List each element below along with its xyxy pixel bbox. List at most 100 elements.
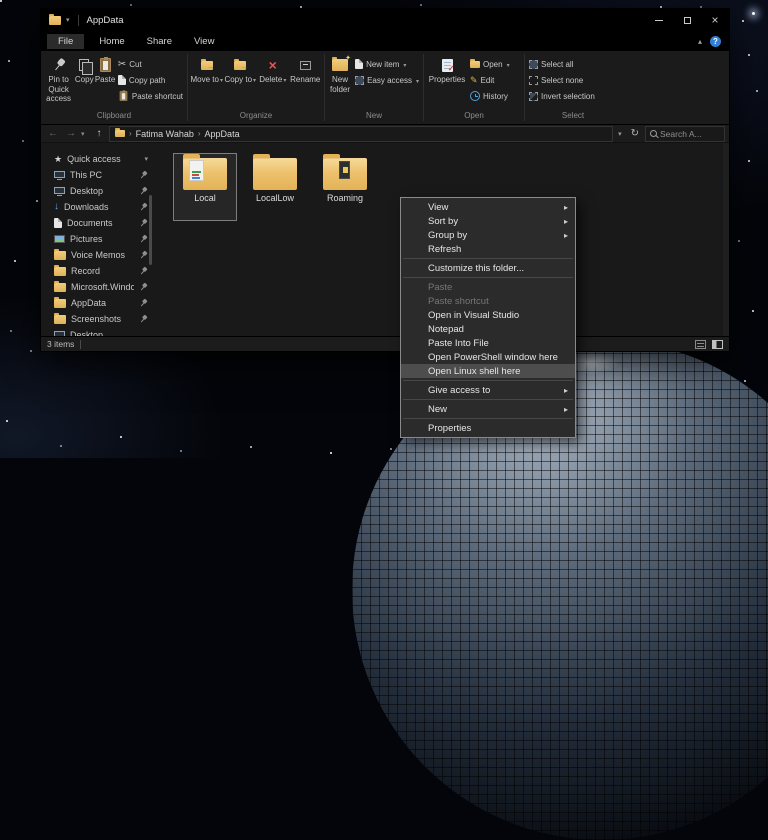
sidebar-item-label: Downloads — [64, 202, 134, 212]
paste-button[interactable]: Paste — [94, 53, 116, 111]
minimize-icon — [655, 20, 663, 21]
copy-button[interactable]: Copy — [74, 53, 94, 111]
edit-button[interactable]: ✎ Edit — [470, 72, 510, 88]
history-chevron-icon[interactable]: ▾ — [81, 130, 89, 138]
menu-item-refresh[interactable]: Refresh — [401, 242, 575, 256]
close-button[interactable]: × — [701, 9, 729, 31]
pin-icon — [137, 217, 150, 230]
copy-to-label: Copy to — [224, 75, 252, 84]
pin-to-quick-access-button[interactable]: Pin to Quick access — [43, 53, 74, 111]
menu-item-label: Open PowerShell window here — [428, 352, 568, 363]
menu-item-group-by[interactable]: Group by ▸ — [401, 228, 575, 242]
menu-item-label: Open in Visual Studio — [428, 310, 568, 321]
sidebar-item-pictures[interactable]: Pictures — [41, 231, 153, 247]
select-all-button[interactable]: Select all — [529, 56, 595, 72]
delete-button[interactable]: × Delete — [257, 53, 289, 111]
search-box[interactable] — [645, 126, 725, 142]
pin-icon — [137, 297, 150, 310]
menu-item-label: Group by — [428, 230, 564, 241]
sidebar-item-microsoft-windows[interactable]: Microsoft.WindowsTe — [41, 279, 153, 295]
window-folder-icon — [49, 16, 61, 25]
open-button[interactable]: Open — [470, 56, 510, 72]
forward-button[interactable]: → — [63, 128, 79, 139]
computer-icon — [54, 171, 65, 180]
sidebar-item-documents[interactable]: Documents — [41, 215, 153, 231]
minimize-button[interactable] — [645, 9, 673, 31]
details-view-icon[interactable] — [695, 340, 706, 349]
properties-button[interactable]: Properties — [426, 53, 468, 111]
quick-toolbar-chevron-icon[interactable]: ▾ — [66, 16, 70, 24]
up-button[interactable]: ↑ — [91, 128, 107, 139]
menu-item-label: Paste Into File — [428, 338, 568, 349]
easy-access-label: Easy access — [367, 76, 412, 85]
menu-item-sort-by[interactable]: Sort by ▸ — [401, 214, 575, 228]
move-to-button[interactable]: → Move to — [190, 53, 224, 111]
maximize-button[interactable] — [673, 9, 701, 31]
breadcrumb[interactable]: › Fatima Wahab › AppData — [109, 126, 613, 142]
sidebar-item-screenshots[interactable]: Screenshots — [41, 311, 153, 327]
paste-shortcut-button[interactable]: Paste shortcut — [118, 88, 183, 104]
content-area: ★ Quick access ▾ This PC Desktop ↓ Downl… — [41, 143, 729, 336]
select-none-button[interactable]: Select none — [529, 72, 595, 88]
cut-button[interactable]: ✂ Cut — [118, 56, 183, 72]
menu-item-open-powershell-window-here[interactable]: Open PowerShell window here — [401, 350, 575, 364]
menu-item-properties[interactable]: Properties — [401, 421, 575, 435]
history-button[interactable]: History — [470, 88, 510, 104]
sidebar-item-desktop[interactable]: Desktop — [41, 183, 153, 199]
menu-item-open-linux-shell-here[interactable]: Open Linux shell here — [401, 364, 575, 378]
menu-item-label: Properties — [428, 423, 568, 434]
pin-icon — [49, 55, 69, 75]
help-icon[interactable]: ? — [710, 36, 721, 47]
easy-access-button[interactable]: Easy access — [355, 72, 419, 88]
sidebar-item-this-pc[interactable]: This PC — [41, 167, 153, 183]
main-scrollbar[interactable] — [723, 143, 729, 336]
titlebar[interactable]: ▾ AppData × — [41, 9, 729, 31]
tab-home[interactable]: Home — [88, 34, 135, 49]
address-dropdown-icon[interactable]: ▾ — [615, 130, 625, 138]
sidebar-item-desktop-2[interactable]: Desktop — [41, 327, 153, 336]
menu-item-view[interactable]: View ▸ — [401, 200, 575, 214]
refresh-icon[interactable]: ↻ — [627, 128, 643, 139]
sidebar-scrollbar[interactable] — [149, 195, 152, 265]
open-group-label: Open — [424, 111, 524, 124]
copy-to-button[interactable]: → Copy to — [224, 53, 258, 111]
menu-item-new[interactable]: New ▸ — [401, 402, 575, 416]
chevron-down-icon[interactable]: ▾ — [144, 155, 148, 163]
folder-tile-local[interactable]: Local — [173, 153, 237, 221]
menu-item-give-access-to[interactable]: Give access to ▸ — [401, 383, 575, 397]
tab-share[interactable]: Share — [136, 34, 183, 49]
invert-selection-button[interactable]: Invert selection — [529, 88, 595, 104]
menu-separator — [403, 399, 573, 400]
menu-item-label: Notepad — [428, 324, 568, 335]
copy-path-button[interactable]: Copy path — [118, 72, 183, 88]
breadcrumb-segment-user[interactable]: Fatima Wahab — [136, 129, 194, 139]
sidebar-item-quick-access[interactable]: ★ Quick access ▾ — [41, 151, 153, 167]
rename-button[interactable]: Rename — [289, 53, 323, 111]
new-item-button[interactable]: New item — [355, 56, 419, 72]
move-to-label: Move to — [191, 75, 219, 84]
menu-item-paste-shortcut: Paste shortcut — [401, 294, 575, 308]
menu-item-open-in-visual-studio[interactable]: Open in Visual Studio — [401, 308, 575, 322]
sidebar-item-appdata[interactable]: AppData — [41, 295, 153, 311]
folder-tile-locallow[interactable]: LocalLow — [243, 153, 307, 221]
sidebar-item-downloads[interactable]: ↓ Downloads — [41, 199, 153, 215]
menu-item-paste-into-file[interactable]: Paste Into File — [401, 336, 575, 350]
thumbnail-view-icon[interactable] — [712, 340, 723, 349]
navigation-pane: ★ Quick access ▾ This PC Desktop ↓ Downl… — [41, 143, 153, 336]
search-icon — [650, 130, 657, 137]
breadcrumb-segment-appdata[interactable]: AppData — [205, 129, 240, 139]
new-folder-button[interactable]: ✦ New folder — [327, 53, 353, 111]
search-input[interactable] — [660, 129, 720, 139]
folder-tile-roaming[interactable]: Roaming — [313, 153, 377, 221]
sidebar-item-record[interactable]: Record — [41, 263, 153, 279]
tab-file[interactable]: File — [47, 34, 84, 49]
menu-item-label: New — [428, 404, 564, 415]
sidebar-item-label: Record — [71, 266, 134, 276]
sidebar-item-voice-memos[interactable]: Voice Memos — [41, 247, 153, 263]
back-button[interactable]: ← — [45, 128, 61, 139]
titlebar-divider — [78, 15, 79, 26]
ribbon-collapse-icon[interactable]: ▴ — [698, 37, 702, 46]
menu-item-customize-folder[interactable]: Customize this folder... — [401, 261, 575, 275]
tab-view[interactable]: View — [183, 34, 225, 49]
menu-item-notepad[interactable]: Notepad — [401, 322, 575, 336]
